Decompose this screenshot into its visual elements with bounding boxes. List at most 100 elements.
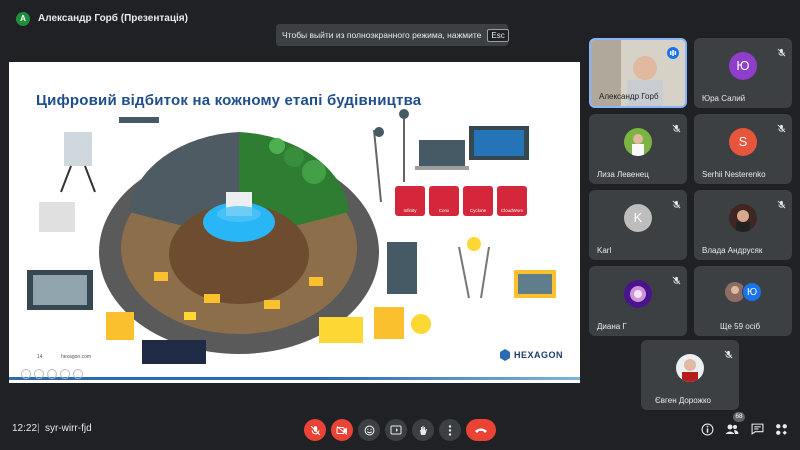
camera-off-icon (336, 425, 348, 435)
mic-off-icon (777, 196, 786, 214)
product-tile-infinity: Infinity (395, 186, 425, 216)
tree (319, 180, 339, 200)
slide-control-dot[interactable] (34, 369, 44, 379)
chat-button[interactable] (748, 420, 766, 438)
participant-photo (624, 280, 652, 308)
participant-tile[interactable]: Влада Андрусяк (694, 190, 792, 260)
receiver-yellow (106, 312, 134, 340)
slide-control-dot[interactable] (73, 369, 83, 379)
slide-control-dot[interactable] (21, 369, 31, 379)
participant-name: Диана Г (597, 322, 627, 331)
mic-off-icon (310, 425, 320, 435)
participant-avatar: Ю (729, 52, 757, 80)
participant-photo (676, 354, 704, 382)
slide-controls[interactable] (21, 369, 83, 379)
participant-avatar: K (624, 204, 652, 232)
participant-photo (624, 128, 652, 156)
participant-name: Юра Салий (702, 94, 746, 103)
more-options-button[interactable] (439, 419, 461, 441)
hexagon-logo-icon (500, 349, 510, 361)
separator: | (37, 423, 40, 434)
mic-off-icon (777, 120, 786, 138)
participant-name: Лиза Левенец (597, 170, 649, 179)
participant-tile[interactable]: Лиза Левенец (589, 114, 687, 184)
drone (119, 117, 159, 123)
participant-tile[interactable]: Євген Дорожко (641, 340, 739, 410)
raise-hand-button[interactable] (412, 419, 434, 441)
speaking-indicator (667, 46, 679, 64)
product-label: Infinity (403, 208, 417, 213)
tree (284, 147, 304, 167)
emoji-icon (364, 425, 374, 435)
participant-avatar: S (729, 128, 757, 156)
reactions-button[interactable] (358, 419, 380, 441)
mic-toggle-button[interactable] (304, 419, 326, 441)
participant-name: Александр Горб (599, 92, 659, 101)
antenna (411, 314, 431, 334)
slide-control-dot[interactable] (60, 369, 70, 379)
esc-key[interactable]: Esc (487, 28, 509, 42)
camera-toggle-button[interactable] (331, 419, 353, 441)
mic-off-icon (724, 346, 733, 364)
presentation-slide: Цифровий відбиток на кожному етапі будів… (9, 62, 580, 383)
hangup-icon (475, 428, 487, 433)
people-button[interactable] (723, 420, 741, 438)
participant-name: Влада Андрусяк (702, 246, 763, 255)
people-icon (725, 424, 739, 434)
product-tile-cyclone: Cyclone (463, 186, 493, 216)
construction-illustration (27, 109, 556, 364)
chat-icon (751, 423, 763, 435)
laptop-device (419, 140, 465, 166)
participant-tile[interactable]: Ю Юра Салий (694, 38, 792, 108)
product-label: Conx (438, 208, 450, 213)
participant-tile[interactable]: Диана Г (589, 266, 687, 336)
slide-control-dot[interactable] (47, 369, 57, 379)
product-label: Cyclone (469, 208, 487, 213)
gnss-receiver (319, 317, 363, 343)
tripod-gnss (458, 246, 470, 299)
more-vert-icon (448, 424, 452, 436)
participant-name: Євген Дорожко (655, 396, 711, 405)
total-station (387, 242, 417, 294)
center-platform-top (217, 206, 261, 222)
presenter-avatar: A (16, 12, 30, 26)
activities-button[interactable] (772, 420, 790, 438)
participant-count-badge: 68 (733, 412, 745, 422)
tree (269, 138, 285, 154)
info-icon (701, 423, 713, 435)
control-panel (142, 340, 206, 364)
mic-off-icon (672, 196, 681, 214)
slide-site: hexagon.com (61, 354, 92, 360)
participant-tile[interactable]: Александр Горб (589, 38, 687, 108)
laser-scanner (64, 132, 92, 166)
machine (154, 272, 168, 281)
tree (302, 160, 326, 184)
participant-photo (729, 204, 757, 232)
slide-footer-line (9, 377, 580, 380)
participant-name: Serhii Nesterenko (702, 170, 766, 179)
mic-off-icon (672, 120, 681, 138)
mic-off-icon (672, 272, 681, 290)
more-participants-label: Ще 59 осіб (720, 322, 761, 331)
hexagon-brand-text: HEXAGON (514, 350, 564, 360)
presenter-label: Александр Горб (Презентація) (38, 13, 188, 24)
leave-call-button[interactable] (466, 419, 496, 441)
meeting-code: syr-wirr-fjd (45, 423, 92, 434)
slide-page-number: 14 (37, 354, 43, 360)
machine (204, 294, 220, 303)
machine (309, 277, 323, 286)
mic-off-icon (777, 44, 786, 62)
fullscreen-exit-hint: Чтобы выйти из полноэкранного режима, на… (276, 24, 509, 46)
product-label: CloudWorx (500, 208, 524, 213)
meeting-time: 12:22 (12, 423, 38, 434)
participant-tile[interactable]: S Serhii Nesterenko (694, 114, 792, 184)
meeting-details-button[interactable] (698, 420, 716, 438)
stacked-avatar-initial: Ю (742, 282, 762, 302)
more-participants-tile[interactable]: Ю Ще 59 осіб (694, 266, 792, 336)
product-tile-cloudworx: CloudWorx (497, 186, 527, 216)
machine-box (374, 307, 404, 339)
present-screen-button[interactable] (385, 419, 407, 441)
participant-tile[interactable]: K Karl (589, 190, 687, 260)
fullscreen-hint-text: Чтобы выйти из полноэкранного режима, на… (282, 30, 482, 40)
product-tile-conx: Conx (429, 186, 459, 216)
